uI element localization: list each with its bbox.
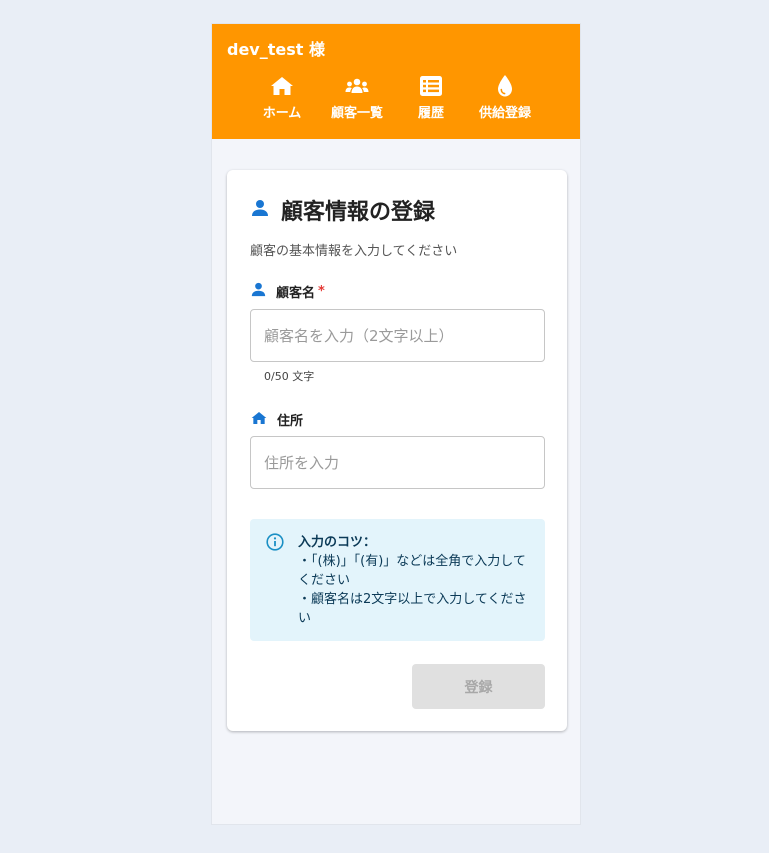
form-title: 顧客情報の登録	[281, 200, 436, 225]
nav-item-customers[interactable]: 顧客一覧	[319, 74, 395, 121]
tips-body: 入力のコツ： ・「(株)」「(有)」などは全角で入力してください ・顧客名は2文…	[298, 533, 534, 628]
input-tips-box: 入力のコツ： ・「(株)」「(有)」などは全角で入力してください ・顧客名は2文…	[250, 519, 545, 641]
required-mark: *	[318, 284, 325, 299]
address-label-text: 住所	[277, 414, 304, 429]
nav-label-supply-register: 供給登録	[478, 106, 531, 121]
char-counter: 0/50 文字	[264, 370, 315, 383]
nav-label-home: ホーム	[262, 106, 302, 121]
customer-name-label-text: 顧客名	[276, 286, 316, 301]
nav-label-customers: 顧客一覧	[330, 106, 383, 121]
nav-item-supply-register[interactable]: 供給登録	[467, 74, 543, 121]
tips-line-2: ・顧客名は2文字以上で入力してください	[298, 592, 527, 626]
nav-item-history[interactable]: 履歴	[393, 74, 469, 121]
user-name: dev_test 様	[227, 40, 325, 59]
person-icon	[251, 199, 269, 221]
customer-name-label: 顧客名 *	[251, 282, 325, 301]
drop-icon	[467, 74, 543, 98]
users-icon	[319, 74, 395, 98]
home-icon	[251, 411, 267, 429]
address-label: 住所	[251, 410, 303, 429]
home-icon	[244, 74, 320, 98]
form-subtitle: 顧客の基本情報を入力してください	[250, 244, 458, 259]
person-icon	[251, 282, 266, 301]
app-header: dev_test 様 ホーム 顧客一覧 履歴 供給登録	[212, 24, 580, 139]
nav-item-home[interactable]: ホーム	[244, 74, 320, 121]
nav-label-history: 履歴	[417, 106, 444, 121]
customer-name-input[interactable]	[250, 309, 545, 362]
info-icon	[266, 533, 284, 555]
tips-line-1: ・「(株)」「(有)」などは全角で入力してください	[298, 554, 526, 588]
top-nav: ホーム 顧客一覧 履歴 供給登録	[212, 74, 580, 126]
tips-heading: 入力のコツ：	[298, 535, 377, 550]
form-title-row: 顧客情報の登録	[251, 194, 435, 226]
register-button[interactable]: 登録	[412, 664, 545, 709]
customer-form-card: 顧客情報の登録 顧客の基本情報を入力してください 顧客名 * 0/50 文字 住…	[227, 170, 567, 731]
app-frame: dev_test 様 ホーム 顧客一覧 履歴 供給登録 顧客情報の登録 顧客の基…	[211, 23, 581, 825]
address-input[interactable]	[250, 436, 545, 489]
list-icon	[393, 74, 469, 98]
